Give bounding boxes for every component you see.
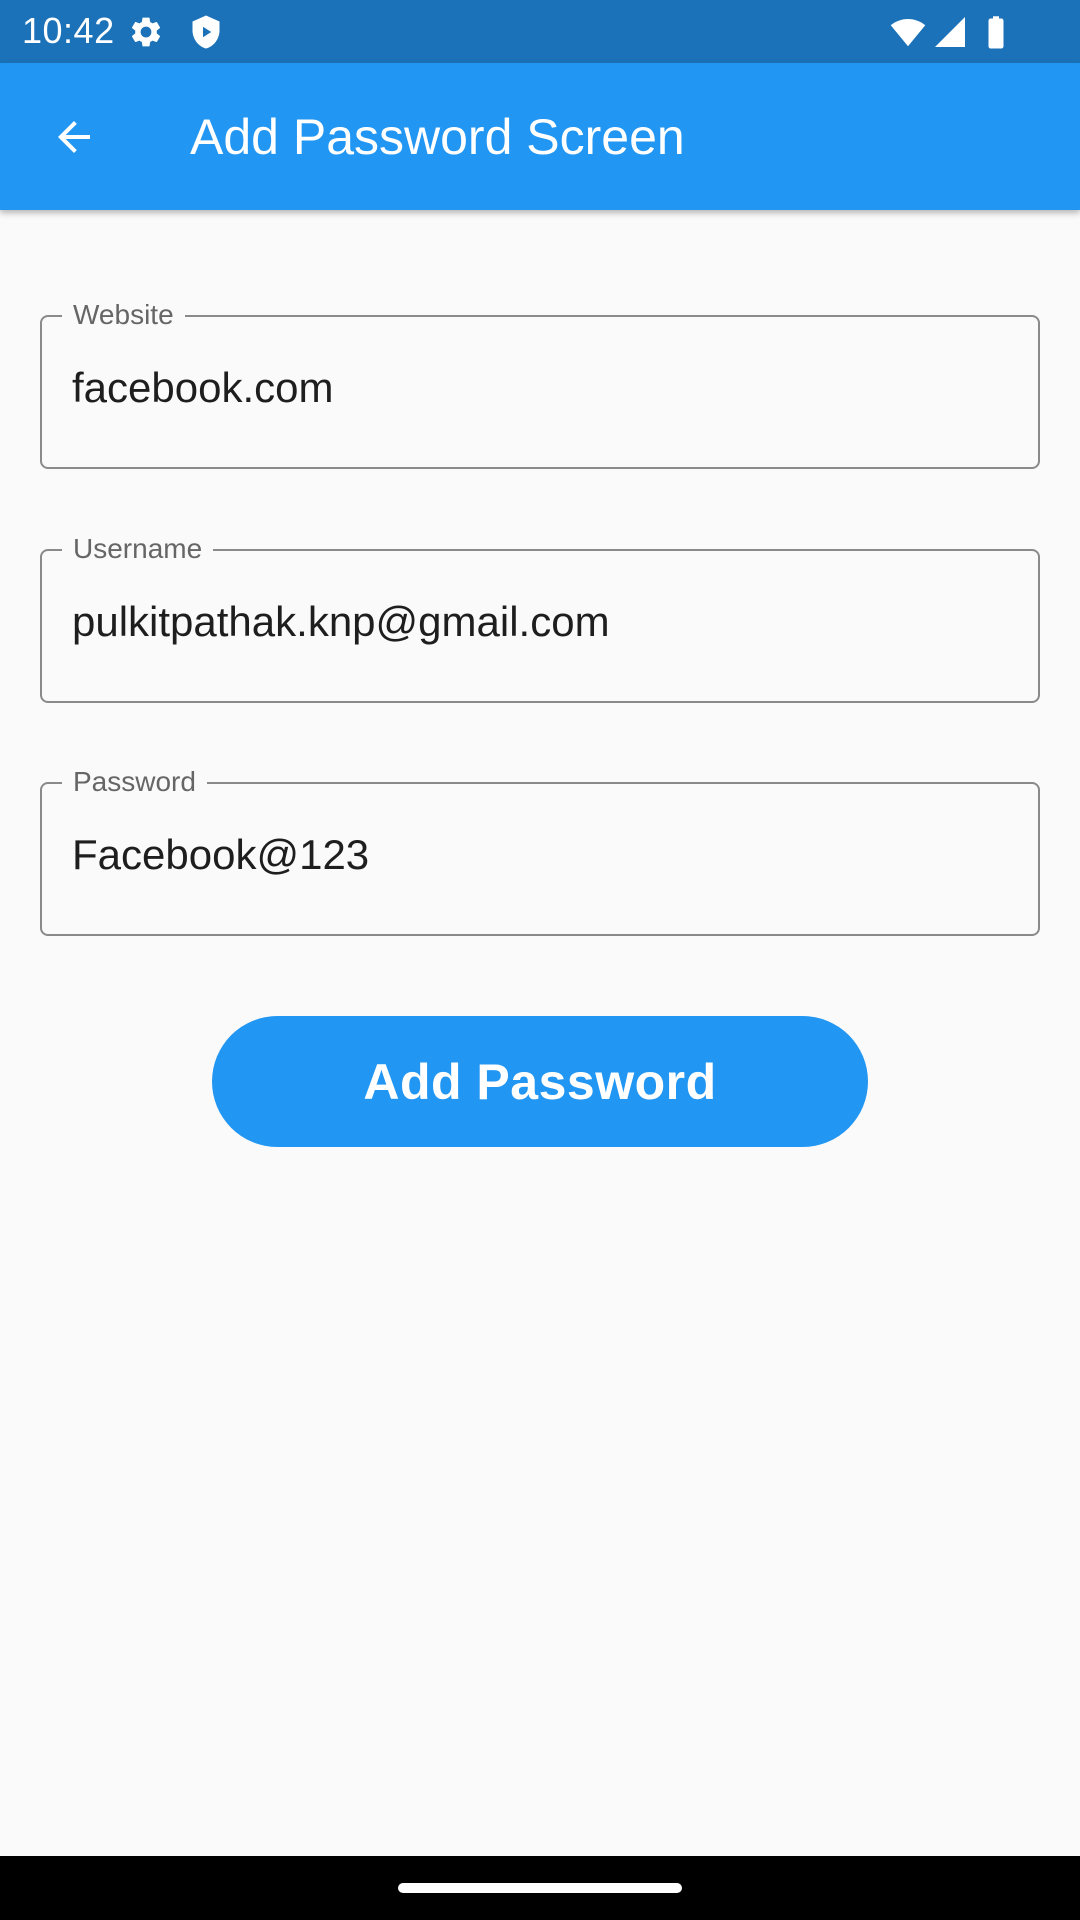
add-password-button[interactable]: Add Password — [212, 1016, 868, 1147]
username-field[interactable]: Username pulkitpathak.knp@gmail.com — [40, 532, 1040, 703]
website-field[interactable]: Website facebook.com — [40, 298, 1040, 469]
battery-icon — [978, 14, 1014, 50]
back-button[interactable] — [36, 99, 111, 174]
website-input[interactable]: facebook.com — [72, 363, 333, 413]
home-handle[interactable] — [398, 1883, 682, 1893]
status-time: 10:42 — [22, 10, 115, 51]
password-field-label: Password — [62, 765, 207, 799]
signal-icon — [932, 14, 968, 50]
status-bar: 10:42 — [0, 0, 1080, 63]
page-title: Add Password Screen — [190, 109, 685, 165]
navigation-bar — [0, 1856, 1080, 1920]
app-bar: Add Password Screen — [0, 63, 1080, 210]
password-field[interactable]: Password Facebook@123 — [40, 765, 1040, 936]
settings-icon — [128, 14, 164, 50]
arrow-back-icon — [57, 120, 90, 153]
password-input[interactable]: Facebook@123 — [72, 830, 369, 880]
website-field-label: Website — [62, 298, 185, 332]
username-input[interactable]: pulkitpathak.knp@gmail.com — [72, 597, 610, 647]
wifi-icon — [890, 14, 926, 50]
username-field-label: Username — [62, 532, 214, 566]
shield-icon — [188, 14, 224, 50]
